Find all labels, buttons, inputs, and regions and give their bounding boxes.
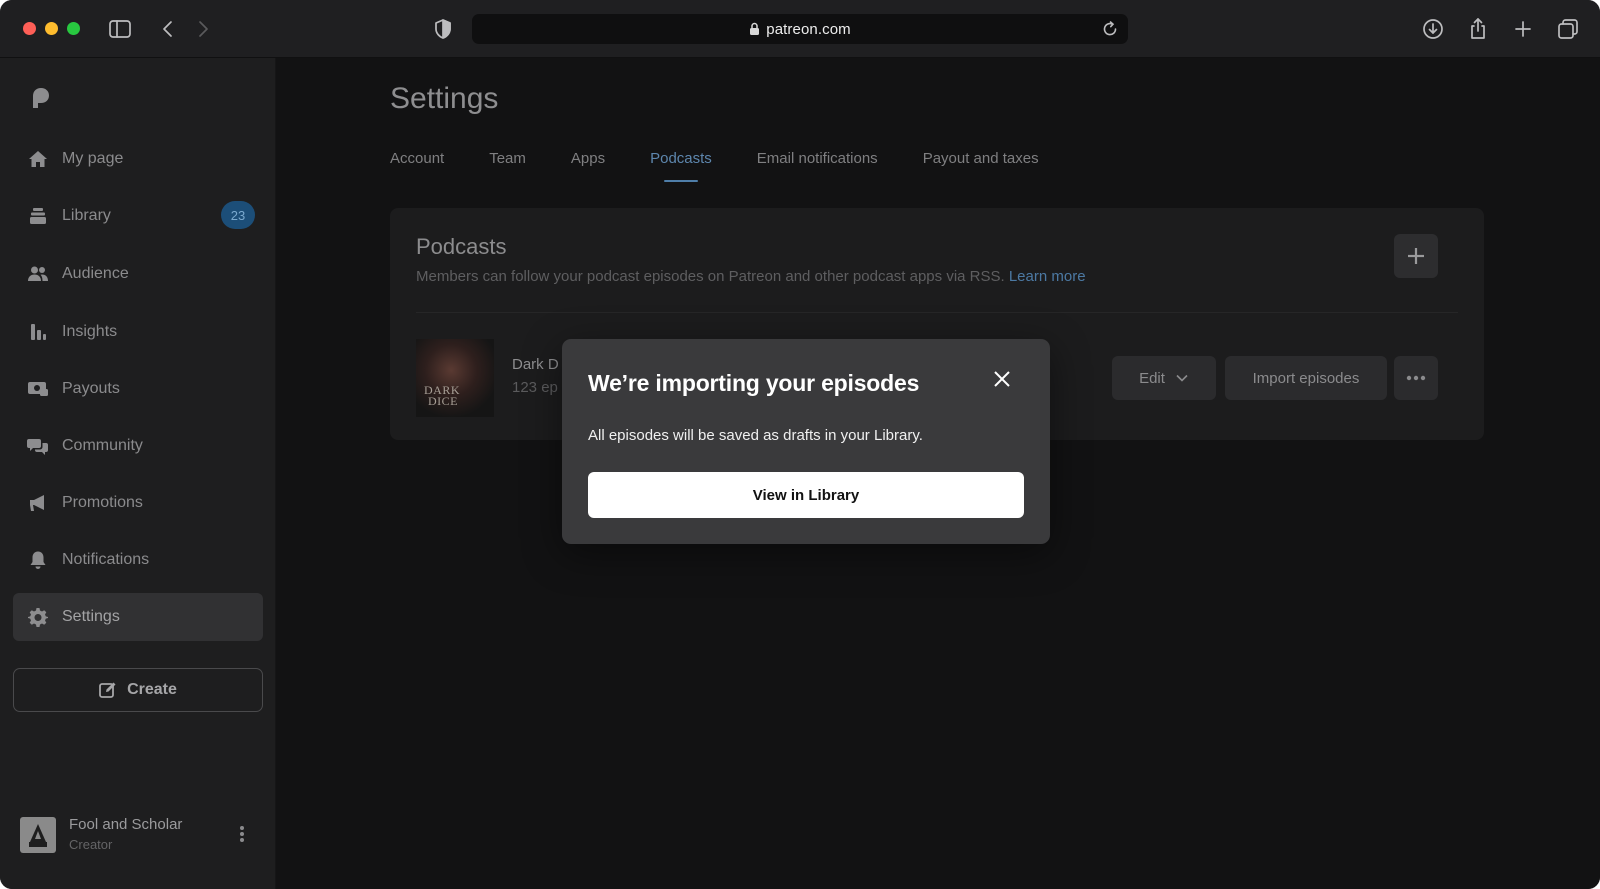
tab-team[interactable]: Team — [489, 150, 526, 186]
page-title: Settings — [390, 82, 499, 115]
tab-podcasts[interactable]: Podcasts — [650, 150, 712, 186]
sidebar-item-label: Payouts — [62, 380, 120, 397]
sidebar-item-label: Library — [62, 207, 111, 224]
library-count-badge: 23 — [221, 201, 255, 229]
tab-email-notifications[interactable]: Email notifications — [757, 150, 878, 186]
minimize-window-button[interactable] — [45, 22, 58, 35]
card-description: Members can follow your podcast episodes… — [416, 268, 1086, 285]
cover-text: DARK DICE — [424, 383, 461, 408]
settings-tabs: Account Team Apps Podcasts Email notific… — [390, 150, 1084, 186]
close-icon[interactable] — [990, 367, 1014, 391]
modal-body: All episodes will be saved as drafts in … — [588, 427, 923, 444]
avatar — [20, 817, 56, 853]
shield-icon[interactable] — [431, 17, 455, 41]
chevron-down-icon — [1176, 374, 1188, 382]
home-icon — [27, 148, 49, 170]
sidebar-item-payouts[interactable]: Payouts — [13, 365, 263, 413]
sidebar-item-label: Settings — [62, 608, 120, 625]
zoom-window-button[interactable] — [67, 22, 80, 35]
share-icon[interactable] — [1466, 17, 1490, 41]
create-button[interactable]: Create — [13, 668, 263, 712]
sidebar-item-library[interactable]: Library 23 — [13, 192, 263, 240]
import-episodes-button[interactable]: Import episodes — [1225, 356, 1387, 400]
url-text: patreon.com — [766, 20, 851, 38]
browser-window: patreon.com My page Library 23 Audience … — [0, 0, 1600, 889]
add-podcast-button[interactable] — [1394, 234, 1438, 278]
profile-name: Fool and Scholar — [69, 816, 183, 833]
sidebar-item-audience[interactable]: Audience — [13, 250, 263, 298]
new-tab-icon[interactable] — [1511, 17, 1535, 41]
megaphone-icon — [27, 492, 49, 514]
learn-more-link[interactable]: Learn more — [1009, 268, 1086, 285]
audience-icon — [27, 263, 49, 285]
patreon-logo-icon[interactable] — [30, 86, 52, 110]
lock-icon — [750, 22, 760, 35]
tab-payout-and-taxes[interactable]: Payout and taxes — [923, 150, 1039, 186]
address-bar[interactable]: patreon.com — [472, 14, 1128, 44]
card-title: Podcasts — [416, 234, 507, 259]
sidebar-toggle-icon[interactable] — [108, 17, 132, 41]
compose-icon — [99, 682, 116, 698]
more-vertical-icon[interactable] — [238, 824, 246, 844]
tab-apps[interactable]: Apps — [571, 150, 605, 186]
create-label: Create — [127, 681, 177, 698]
sidebar-item-label: Notifications — [62, 551, 150, 568]
sidebar-item-label: Audience — [62, 265, 129, 282]
back-icon[interactable] — [156, 17, 180, 41]
tab-overview-icon[interactable] — [1556, 17, 1580, 41]
community-icon — [27, 435, 49, 457]
episode-count: 123 ep — [512, 379, 558, 396]
edit-dropdown-button[interactable]: Edit — [1112, 356, 1216, 400]
tab-account[interactable]: Account — [390, 150, 444, 186]
import-episodes-modal: We’re importing your episodes All episod… — [562, 339, 1050, 544]
sidebar-item-label: Promotions — [62, 494, 143, 511]
close-window-button[interactable] — [23, 22, 36, 35]
sidebar-item-label: My page — [62, 150, 124, 167]
edit-label: Edit — [1139, 369, 1165, 387]
description-text: Members can follow your podcast episodes… — [416, 268, 1005, 285]
modal-title: We’re importing your episodes — [588, 370, 920, 396]
podcast-cover-image: DARK DICE — [416, 339, 494, 417]
view-in-library-button[interactable]: View in Library — [588, 472, 1024, 518]
sidebar-item-my-page[interactable]: My page — [13, 135, 263, 183]
payouts-icon — [27, 378, 49, 400]
profile-menu[interactable]: Fool and Scholar Creator — [20, 814, 260, 854]
podcast-name: Dark D — [512, 356, 559, 373]
divider — [416, 312, 1458, 313]
gear-icon — [27, 606, 49, 628]
forward-icon[interactable] — [191, 17, 215, 41]
reload-icon[interactable] — [1100, 19, 1120, 44]
insights-icon — [27, 321, 49, 343]
more-horizontal-icon — [1406, 375, 1426, 381]
sidebar-item-label: Community — [62, 437, 143, 454]
sidebar: My page Library 23 Audience Insights Pay… — [0, 58, 276, 889]
browser-toolbar: patreon.com — [0, 0, 1600, 58]
import-label: Import episodes — [1252, 369, 1360, 387]
sidebar-item-community[interactable]: Community — [13, 422, 263, 470]
library-icon — [27, 205, 49, 227]
plus-icon — [1408, 248, 1424, 264]
sidebar-item-notifications[interactable]: Notifications — [13, 536, 263, 584]
more-options-button[interactable] — [1394, 356, 1438, 400]
sidebar-item-promotions[interactable]: Promotions — [13, 479, 263, 527]
profile-role: Creator — [69, 837, 113, 852]
sidebar-item-insights[interactable]: Insights — [13, 308, 263, 356]
sidebar-item-label: Insights — [62, 323, 118, 340]
bell-icon — [27, 549, 49, 571]
sidebar-item-settings[interactable]: Settings — [13, 593, 263, 641]
download-icon[interactable] — [1421, 17, 1445, 41]
